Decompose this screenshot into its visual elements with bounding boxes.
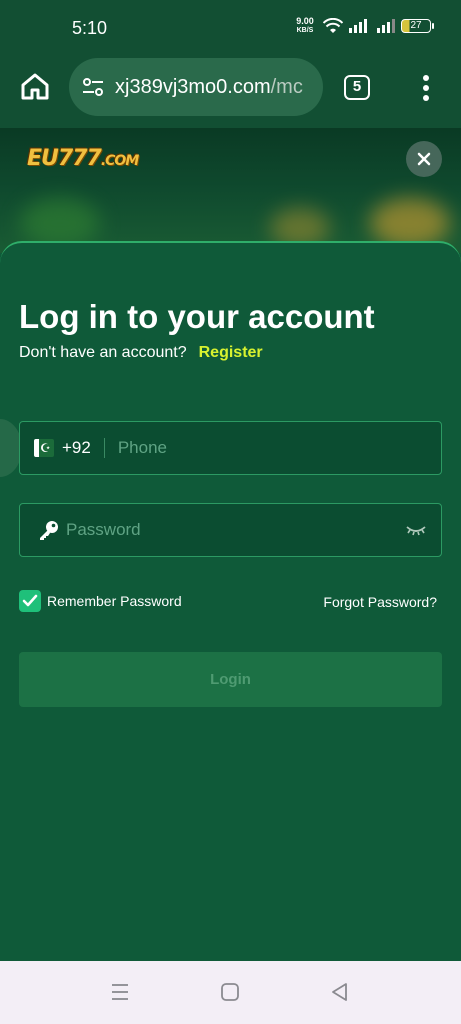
url-domain: xj389vj3mo0.com (115, 75, 271, 98)
network-speed: 9.00 KB/S (293, 17, 317, 35)
eye-closed-icon[interactable] (405, 522, 427, 538)
net-speed-unit: KB/S (296, 27, 314, 34)
close-button[interactable] (406, 141, 442, 177)
logo-main: EU777 (27, 146, 102, 171)
password-input[interactable]: Password (66, 520, 141, 540)
system-nav-bar (0, 961, 461, 1024)
forgot-password-link[interactable]: Forgot Password? (323, 594, 437, 610)
url-path: /mc (270, 75, 303, 98)
url-text[interactable]: xj389vj3mo0.com/mc (115, 76, 303, 99)
menu-icon[interactable] (109, 981, 131, 1003)
country-code[interactable]: +92 (62, 438, 91, 458)
battery-icon: 27 (401, 19, 434, 33)
check-icon (22, 594, 38, 607)
signal-icon-2 (377, 19, 395, 33)
remember-password-toggle[interactable]: Remember Password (19, 590, 182, 612)
phone-field[interactable]: +92 Phone (19, 421, 442, 475)
tab-switcher-button[interactable]: 5 (344, 75, 370, 100)
register-prompt: Don't have an account? Register (19, 344, 263, 362)
key-icon (40, 521, 58, 540)
page-title: Log in to your account (19, 298, 375, 335)
more-vert-icon[interactable] (415, 73, 437, 103)
back-icon[interactable] (329, 981, 351, 1003)
site-logo[interactable]: EU777.COM (27, 146, 139, 171)
close-icon (417, 152, 431, 166)
logo-suffix: .COM (100, 153, 139, 169)
field-divider (103, 438, 105, 458)
status-bar: 5:10 9.00 KB/S 27 (0, 0, 461, 48)
home-icon[interactable] (19, 70, 51, 102)
no-account-text: Don't have an account? (19, 344, 187, 361)
login-button[interactable]: Login (19, 652, 442, 707)
browser-toolbar: xj389vj3mo0.com/mc 5 (0, 48, 461, 128)
signal-icon (349, 19, 367, 33)
net-speed-value: 9.00 (296, 16, 314, 26)
site-settings-icon[interactable] (81, 75, 105, 99)
remember-checkbox[interactable] (19, 590, 41, 612)
square-icon[interactable] (219, 981, 241, 1003)
wifi-icon (323, 18, 343, 33)
pakistan-flag-icon[interactable] (34, 439, 54, 457)
register-link[interactable]: Register (199, 344, 263, 361)
status-time: 5:10 (72, 18, 108, 38)
password-field[interactable]: Password (19, 503, 442, 557)
url-bar[interactable]: xj389vj3mo0.com/mc (69, 58, 323, 116)
remember-label: Remember Password (47, 593, 182, 609)
login-sheet: Log in to your account Don't have an acc… (0, 241, 461, 961)
site-header: EU777.COM (0, 128, 461, 253)
status-icons: 9.00 KB/S 27 (293, 17, 434, 35)
phone-input[interactable]: Phone (118, 438, 167, 458)
